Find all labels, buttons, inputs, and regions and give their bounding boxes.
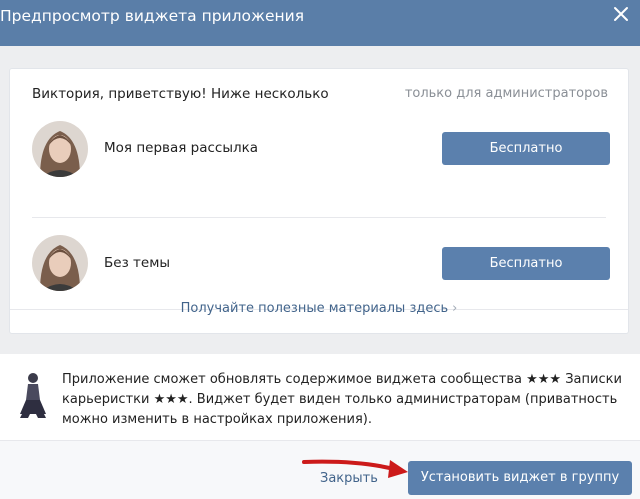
free-button[interactable]: Бесплатно: [442, 247, 610, 280]
chevron-right-icon: ›: [452, 301, 458, 316]
close-icon[interactable]: [612, 5, 630, 23]
install-widget-button[interactable]: Установить виджет в группу: [408, 461, 632, 495]
footer-link[interactable]: Получайте полезные материалы здесь ›: [10, 301, 628, 316]
widget-card: Виктория, приветствую! Ниже несколько то…: [10, 69, 628, 333]
avatar: [32, 121, 88, 177]
info-row: Приложение сможет обновлять содержимое в…: [0, 354, 640, 440]
widget-item: Моя первая рассылка Бесплатно: [32, 121, 610, 181]
permission-info-text: Приложение сможет обновлять содержимое в…: [62, 372, 622, 427]
footer-link-text: Получайте полезные материалы здесь: [180, 301, 449, 316]
item-title: Моя первая рассылка: [104, 140, 259, 156]
avatar: [32, 235, 88, 291]
free-button[interactable]: Бесплатно: [442, 132, 610, 165]
widget-preview-area: Виктория, приветствую! Ниже несколько то…: [0, 46, 640, 354]
app-icon: [16, 370, 50, 420]
admin-only-note: только для администраторов: [404, 86, 608, 101]
item-title: Без темы: [104, 255, 171, 271]
arrow-annotation-icon: [302, 459, 408, 478]
dialog-title: Предпросмотр виджета приложения: [0, 7, 305, 25]
widget-item: Без темы Бесплатно: [32, 213, 610, 291]
dialog-header: Предпросмотр виджета приложения: [0, 0, 640, 46]
widget-title: Виктория, приветствую! Ниже несколько: [32, 86, 329, 102]
